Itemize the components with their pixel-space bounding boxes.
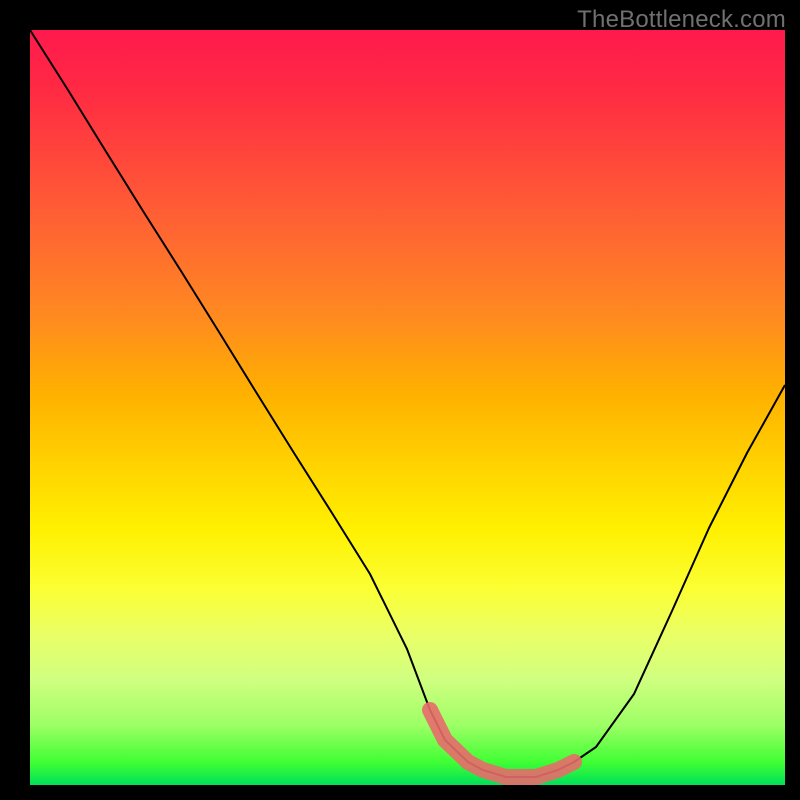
chart-frame: TheBottleneck.com — [0, 0, 800, 800]
watermark-text: TheBottleneck.com — [577, 6, 786, 34]
highlight-minimum — [430, 710, 574, 777]
plot-area — [30, 30, 785, 785]
bottleneck-curve — [30, 30, 785, 777]
plot-svg — [30, 30, 785, 785]
